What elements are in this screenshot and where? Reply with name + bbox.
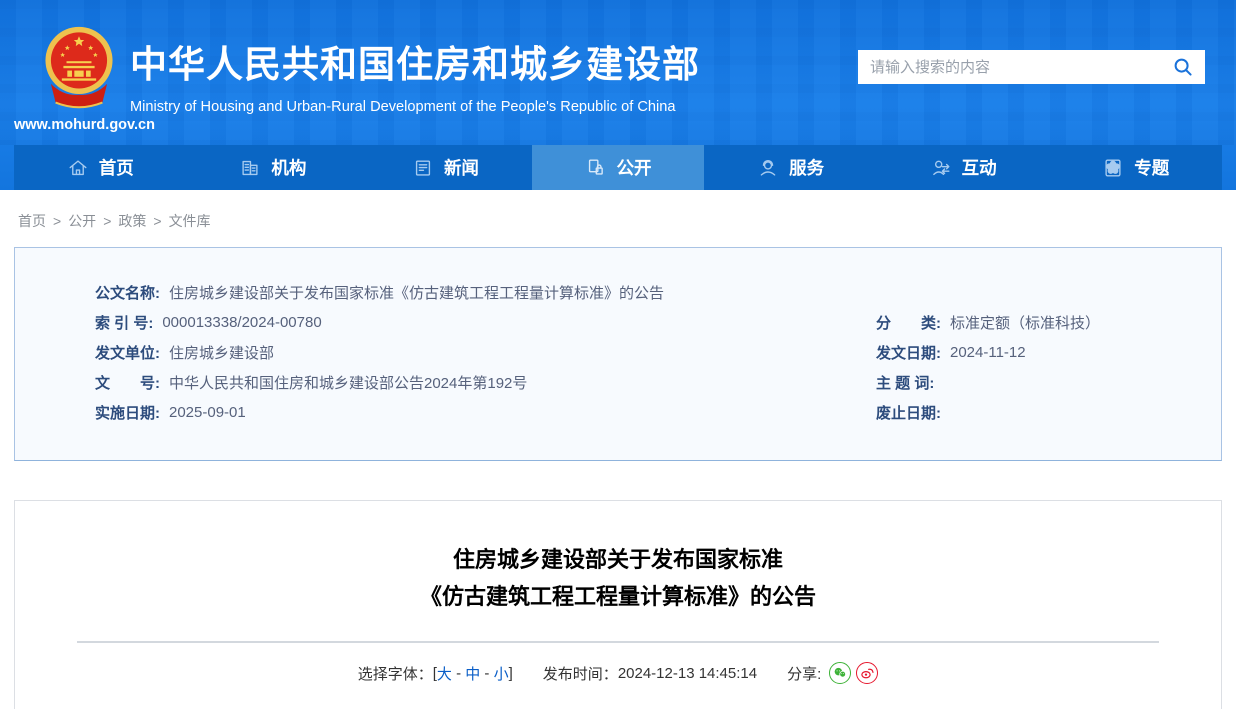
search-input[interactable]	[858, 59, 1161, 76]
issue-date-label: 发文日期:	[876, 342, 941, 363]
share-label: 分享:	[787, 663, 821, 684]
category-label: 分 类:	[876, 312, 941, 333]
news-icon	[412, 157, 434, 179]
site-title-en: Ministry of Housing and Urban-Rural Deve…	[130, 99, 700, 115]
interaction-icon	[930, 157, 952, 179]
category-value: 标准定额（标准科技）	[950, 312, 1100, 333]
article-title-line2: 《仿古建筑工程工程量计算标准》的公告	[15, 578, 1221, 615]
publish-time-label: 发布时间：	[543, 663, 618, 684]
national-emblem-logo[interactable]	[40, 24, 118, 114]
nav-item-label: 专题	[1134, 155, 1169, 180]
share-icons	[829, 662, 878, 684]
topics-icon	[1102, 157, 1124, 179]
site-title-block: 中华人民共和国住房和城乡建设部 Ministry of Housing and …	[130, 34, 700, 115]
nav-item-home[interactable]: 首页	[14, 145, 187, 190]
font-selector-separator: -	[452, 665, 465, 682]
search-box	[858, 50, 1205, 84]
breadcrumb-separator: >	[53, 213, 61, 229]
site-header: www.mohurd.gov.cn 中华人民共和国住房和城乡建设部 Minist…	[0, 0, 1236, 190]
nav-item-label: 公开	[617, 155, 652, 180]
site-title-cn: 中华人民共和国住房和城乡建设部	[130, 34, 700, 88]
breadcrumb-document-library: 文件库	[169, 211, 211, 231]
font-size-medium-link[interactable]: 中	[465, 663, 480, 684]
nav-item-label: 机构	[271, 155, 306, 180]
disclosure-icon	[585, 157, 607, 179]
title-divider	[77, 641, 1159, 643]
doc-number-label: 文 号:	[95, 372, 160, 393]
article-panel: 住房城乡建设部关于发布国家标准 《仿古建筑工程工程量计算标准》的公告 选择字体：…	[14, 500, 1222, 709]
font-selector-bracket-close: ]	[509, 665, 513, 682]
home-icon	[67, 157, 89, 179]
search-icon	[1173, 57, 1193, 77]
effective-date-value: 2025-09-01	[169, 404, 246, 421]
doc-number-value: 中华人民共和国住房和城乡建设部公告2024年第192号	[169, 372, 527, 393]
document-info-panel: 公文名称: 住房城乡建设部关于发布国家标准《仿古建筑工程工程量计算标准》的公告 …	[14, 247, 1222, 461]
info-row: 文 号: 中华人民共和国住房和城乡建设部公告2024年第192号 主 题 词:	[95, 367, 1221, 397]
weibo-share-icon[interactable]	[856, 662, 878, 684]
nav-item-services[interactable]: 服务	[704, 145, 877, 190]
building-icon	[239, 157, 261, 179]
doc-name-value: 住房城乡建设部关于发布国家标准《仿古建筑工程工程量计算标准》的公告	[169, 282, 664, 303]
site-url: www.mohurd.gov.cn	[14, 117, 152, 133]
nav-item-label: 服务	[789, 155, 824, 180]
info-row: 索 引 号: 000013338/2024-00780 分 类: 标准定额（标准…	[95, 307, 1221, 337]
breadcrumb-home[interactable]: 首页	[18, 211, 46, 231]
font-selector-label: 选择字体：	[358, 663, 433, 684]
nav-item-news[interactable]: 新闻	[359, 145, 532, 190]
nav-item-label: 新闻	[444, 155, 479, 180]
doc-name-label: 公文名称:	[95, 282, 160, 303]
info-row: 发文单位: 住房城乡建设部 发文日期: 2024-11-12	[95, 337, 1221, 367]
article-title: 住房城乡建设部关于发布国家标准 《仿古建筑工程工程量计算标准》的公告	[15, 541, 1221, 615]
publish-time-value: 2024-12-13 14:45:14	[618, 665, 757, 682]
breadcrumb-separator: >	[153, 213, 161, 229]
service-icon	[757, 157, 779, 179]
breadcrumb: 首页 > 公开 > 政策 > 文件库	[18, 213, 1218, 229]
issuing-unit-value: 住房城乡建设部	[169, 342, 274, 363]
breadcrumb-policy[interactable]: 政策	[118, 211, 146, 231]
nav-item-label: 首页	[99, 155, 134, 180]
issue-date-value: 2024-11-12	[950, 344, 1026, 361]
article-title-line1: 住房城乡建设部关于发布国家标准	[15, 541, 1221, 578]
index-number-label: 索 引 号:	[95, 312, 153, 333]
breadcrumb-separator: >	[103, 213, 111, 229]
effective-date-label: 实施日期:	[95, 402, 160, 423]
font-size-small-link[interactable]: 小	[494, 663, 509, 684]
search-button[interactable]	[1161, 50, 1205, 84]
issuing-unit-label: 发文单位:	[95, 342, 160, 363]
nav-item-topics[interactable]: 专题	[1049, 145, 1222, 190]
repeal-date-label: 废止日期:	[876, 402, 941, 423]
nav-item-org[interactable]: 机构	[187, 145, 360, 190]
wechat-share-icon[interactable]	[829, 662, 851, 684]
info-row: 实施日期: 2025-09-01 废止日期:	[95, 397, 1221, 427]
index-number-value: 000013338/2024-00780	[162, 314, 321, 331]
article-meta-bar: 选择字体： [ 大 - 中 - 小 ] 发布时间： 2024-12-13 14:…	[15, 662, 1221, 684]
info-row-name: 公文名称: 住房城乡建设部关于发布国家标准《仿古建筑工程工程量计算标准》的公告	[95, 277, 1221, 307]
subject-words-label: 主 题 词:	[876, 372, 934, 393]
breadcrumb-disclosure[interactable]: 公开	[68, 211, 96, 231]
nav-item-interaction[interactable]: 互动	[877, 145, 1050, 190]
main-navigation: 首页 机构 新闻 公开	[14, 145, 1222, 190]
nav-item-label: 互动	[962, 155, 997, 180]
nav-item-disclosure[interactable]: 公开	[532, 145, 705, 190]
font-selector-separator: -	[480, 665, 493, 682]
font-size-large-link[interactable]: 大	[437, 663, 452, 684]
